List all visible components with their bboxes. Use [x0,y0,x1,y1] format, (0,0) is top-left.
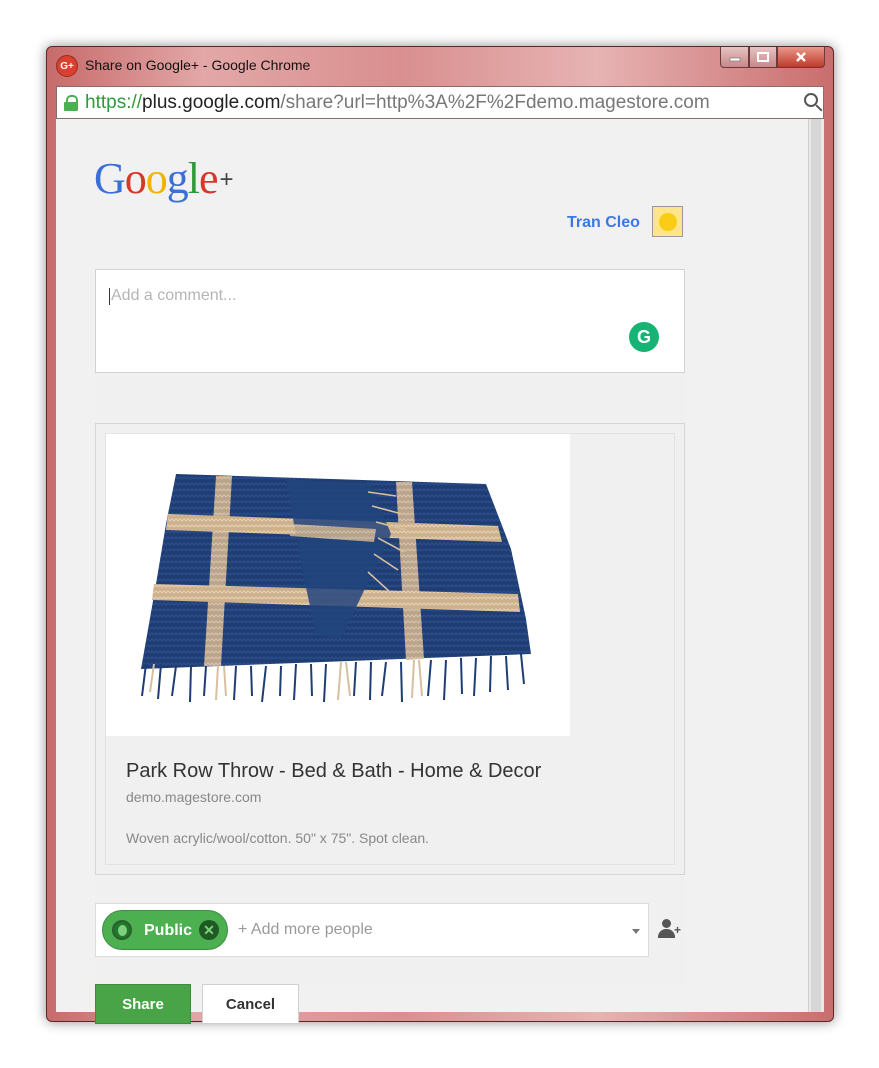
logo-letter: g [166,154,189,203]
close-icon [796,52,806,62]
logo-plus: + [219,166,234,193]
throw-blanket-image [141,474,531,703]
maximize-icon [757,52,769,62]
text-caret [109,288,110,305]
window-controls [720,47,825,69]
comment-input[interactable]: Add a comment... G [95,269,685,373]
scrollbar[interactable] [808,119,824,1012]
avatar[interactable] [652,206,683,237]
window-title: Share on Google+ - Google Chrome [85,57,311,73]
lock-icon [64,95,78,111]
comment-placeholder: Add a comment... [111,287,237,304]
page-content: Google+ Tran Cleo Add a comment... G Par… [56,119,824,1024]
preview-description: Woven acrylic/wool/cotton. 50" x 75". Sp… [126,830,430,846]
scrollbar-thumb[interactable] [811,119,821,1012]
logo-letter: o [124,154,147,203]
google-plus-icon: G+ [56,55,78,77]
address-bar[interactable]: https://plus.google.com/share?url=http%3… [56,86,824,119]
logo-letter: e [199,154,219,203]
title-bar[interactable]: G+ Share on Google+ - Google Chrome [47,47,833,85]
audience-field[interactable]: Public ✕ + Add more people [95,903,649,957]
globe-icon [112,920,132,940]
preview-title[interactable]: Park Row Throw - Bed & Bath - Home & Dec… [126,760,541,783]
public-chip[interactable]: Public ✕ [102,910,228,950]
minimize-button[interactable] [720,47,749,68]
minimize-icon [729,57,740,62]
maximize-button[interactable] [749,47,777,68]
add-person-icon[interactable]: + [658,919,684,941]
browser-window: G+ Share on Google+ - Google Chrome http… [46,46,834,1024]
logo-letter: G [94,154,126,203]
user-name-link[interactable]: Tran Cleo [567,214,640,232]
zoom-icon[interactable] [804,93,818,107]
chip-label: Public [144,922,193,939]
product-image [106,434,570,736]
url-path: /share?url=http%3A%2F%2Fdemo.magestore.c… [280,92,710,113]
cancel-button[interactable]: Cancel [202,984,299,1024]
logo-letter: l [187,154,200,203]
link-preview-card: Park Row Throw - Bed & Bath - Home & Dec… [95,423,685,875]
add-people-input[interactable]: + Add more people [238,921,373,939]
grammarly-icon[interactable]: G [629,322,659,352]
url-text[interactable]: https://plus.google.com/share?url=http%3… [85,92,785,114]
link-preview-inner: Park Row Throw - Bed & Bath - Home & Dec… [105,433,675,865]
logo-letter: o [145,154,168,203]
url-domain: plus.google.com [142,92,281,113]
dropdown-arrow-icon[interactable] [632,929,640,934]
close-button[interactable] [777,47,825,68]
url-scheme: https:// [85,92,143,113]
share-button[interactable]: Share [95,984,191,1024]
remove-chip-icon[interactable]: ✕ [199,920,219,940]
preview-domain: demo.magestore.com [126,789,262,805]
google-plus-logo: Google+ [94,153,234,204]
